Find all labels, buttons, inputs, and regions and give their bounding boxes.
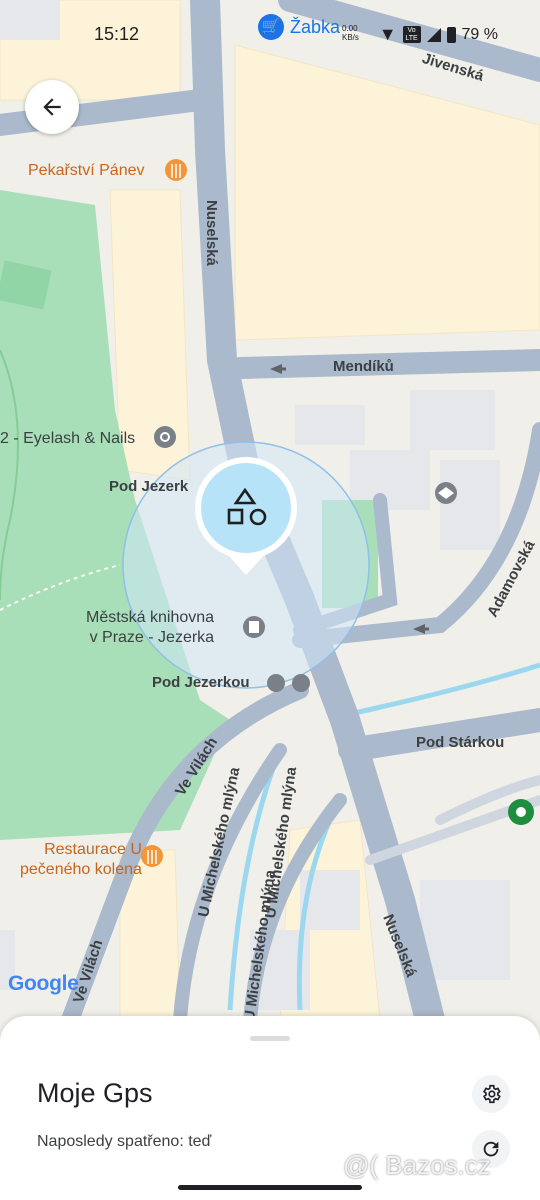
notification-label: Žabka — [290, 16, 341, 37]
poi-label-pekarstvi[interactable]: Pekařství Pánev — [28, 162, 145, 180]
signal-icon — [426, 27, 441, 42]
poi-label-pod-jezerk[interactable]: Pod Jezerk — [109, 478, 188, 495]
status-bar: 15:12 🛒 Žabka 0.00 KB/s ▼ Vo LTE 79 % — [0, 14, 540, 54]
device-name: Moje Gps — [37, 1078, 153, 1108]
street-label-pod-starkou: Pod Stárkou — [416, 734, 505, 751]
poi-label-knihovna-line1: Městská knihovna — [86, 609, 215, 626]
shopping-cart-icon: 🛒 — [258, 14, 284, 40]
street-label-nuselska: Nuselská — [203, 200, 220, 266]
sheet-drag-handle[interactable] — [250, 1036, 290, 1041]
poi-label-knihovna-line2: v Praze - Jezerka — [89, 629, 215, 646]
back-button[interactable] — [25, 80, 79, 134]
settings-button[interactable] — [472, 1075, 510, 1113]
arrow-left-icon — [43, 98, 61, 116]
status-icons: ▼ Vo LTE 79 % — [379, 24, 498, 45]
status-time: 15:12 — [94, 24, 140, 44]
last-seen-status: Naposledy spatřeno: teď — [37, 1133, 212, 1150]
wifi-icon: ▼ — [378, 24, 397, 44]
poi-label-restaurace-line2: pečeného kolena — [20, 861, 142, 878]
bazos-watermark: @( Bazos.cz — [343, 1150, 491, 1180]
notification-zabka: 🛒 Žabka — [258, 14, 340, 40]
network-speed: 0.00 KB/s — [342, 24, 359, 42]
poi-label-restaurace[interactable]: Restaurace U pečeného kolena — [20, 840, 142, 880]
poi-label-knihovna[interactable]: Městská knihovna v Praze - Jezerka — [86, 608, 214, 648]
volte-icon: Vo LTE — [402, 26, 421, 43]
battery-icon — [446, 26, 456, 43]
poi-label-restaurace-line1: Restaurace U — [44, 841, 142, 858]
google-attribution: Google — [8, 972, 79, 995]
home-indicator[interactable] — [178, 1185, 362, 1190]
poi-label-pod-jezerkou[interactable]: Pod Jezerkou — [152, 674, 250, 691]
battery-percent: 79 % — [461, 25, 498, 43]
gear-icon — [483, 1084, 501, 1104]
poi-label-eyelash-nails[interactable]: 2 - Eyelash & Nails — [0, 430, 135, 448]
street-label-mendiku: Mendíků — [333, 358, 394, 375]
